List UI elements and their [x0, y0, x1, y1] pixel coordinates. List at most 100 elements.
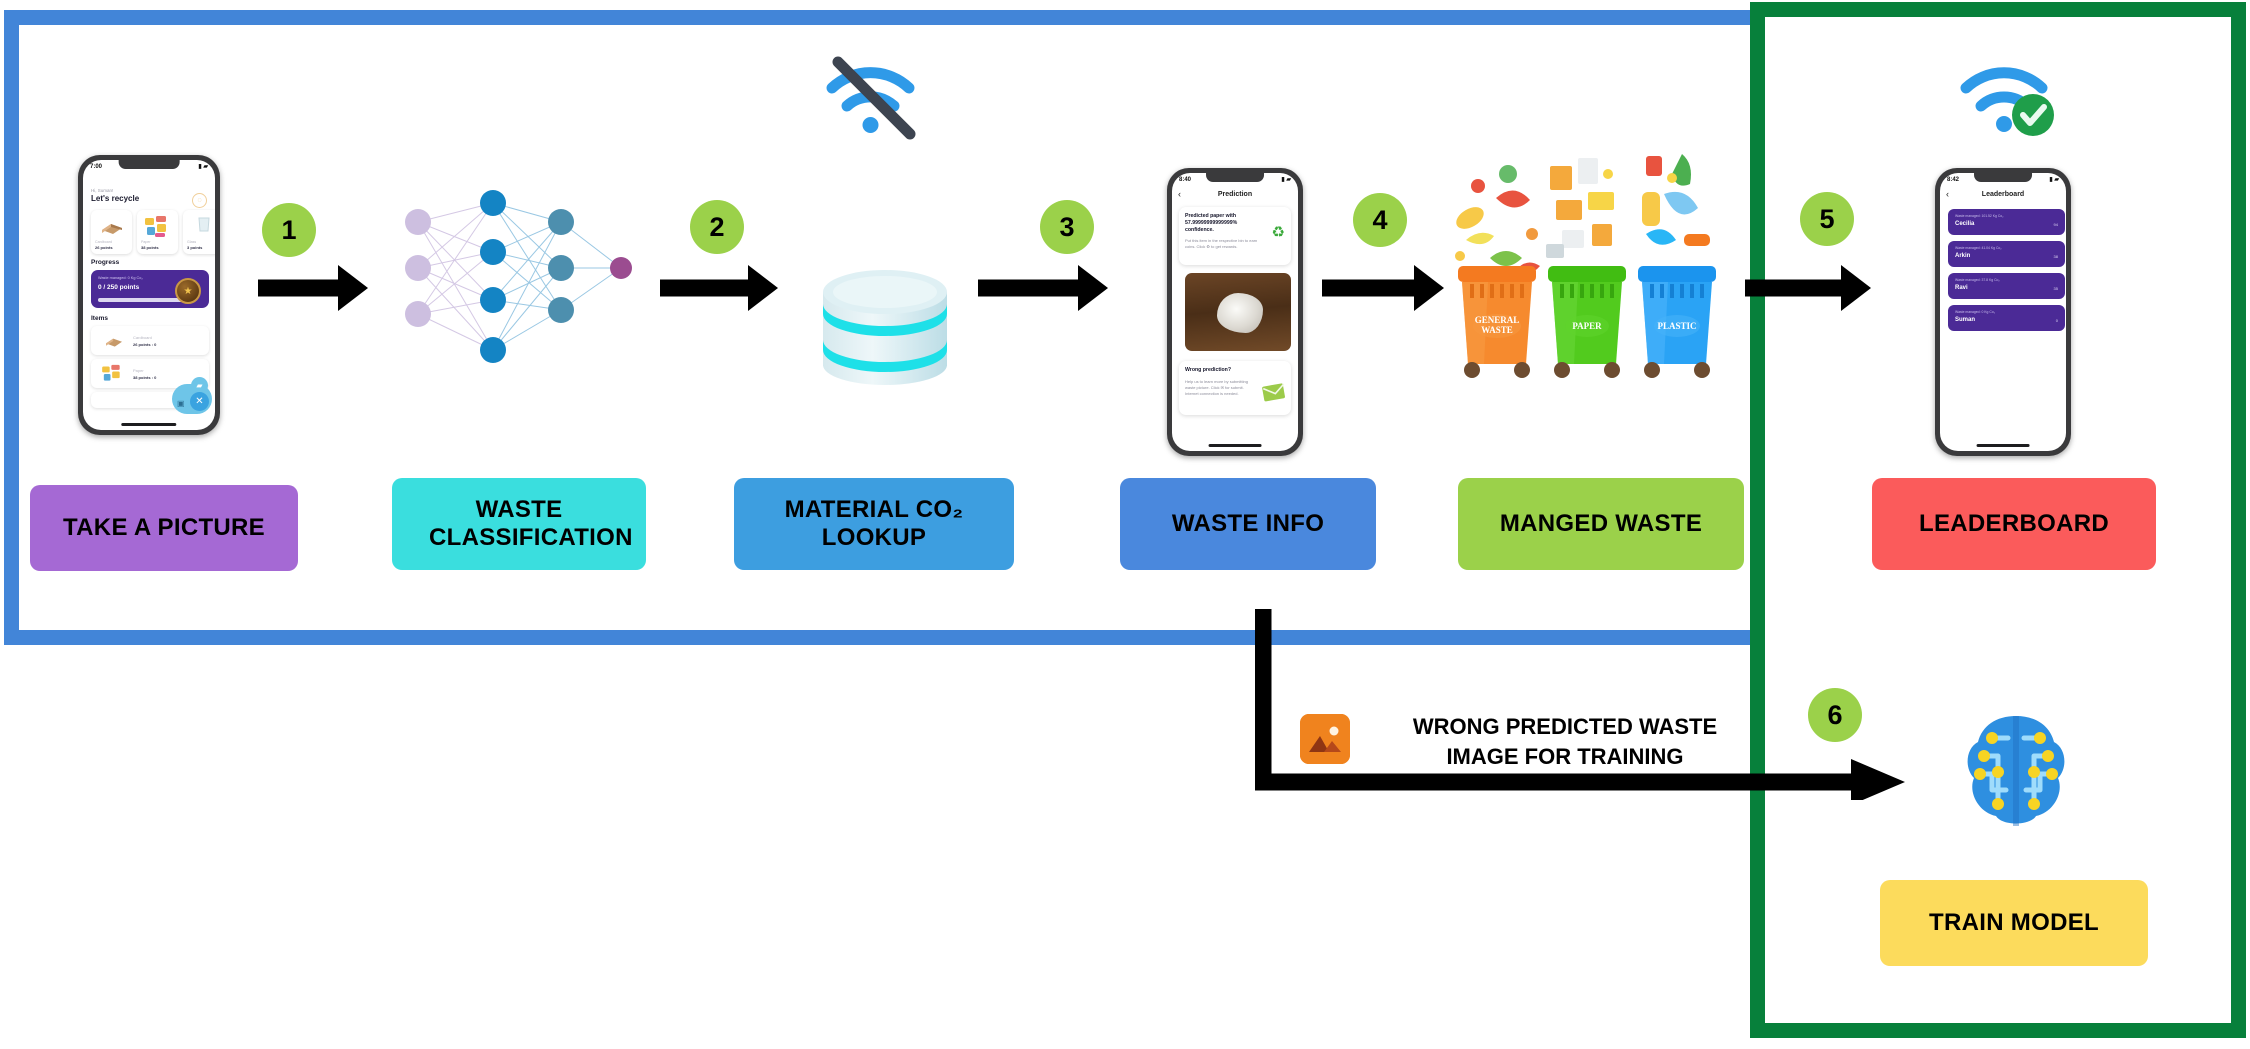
- action-fab-group[interactable]: ▰ ✕ ▣: [172, 377, 212, 414]
- progress-subtext: Waste managed: 0 Kg Co₂: [98, 276, 143, 280]
- step-number: 1: [281, 214, 297, 245]
- category-card[interactable]: Cardboard 26 points: [91, 210, 132, 254]
- arrow-4: [1322, 265, 1444, 311]
- stage-label-waste-info[interactable]: WASTE INFO: [1120, 478, 1376, 570]
- stage-label-waste-classification[interactable]: WASTE CLASSIFICATION: [392, 478, 646, 570]
- wrong-prediction-body: Help us to learn more by submitting wast…: [1185, 379, 1248, 396]
- items-heading: Items: [91, 315, 108, 322]
- feedback-label-line2: IMAGE FOR TRAINING: [1446, 743, 1684, 769]
- list-item[interactable]: Cardboard 26 points : 0: [91, 326, 209, 355]
- phone-home-mockup: 7:00 ▮ ▰ Hi, Suman! Let's recycle ◌ Card…: [78, 155, 220, 435]
- item-name: Cardboard: [133, 335, 152, 340]
- feedback-label: WRONG PREDICTED WASTE IMAGE FOR TRAINING: [1400, 712, 1730, 771]
- item-name: Paper: [133, 368, 144, 373]
- row-score: 94: [2053, 222, 2058, 227]
- arrow-2: [660, 265, 778, 311]
- step-badge-5: 5: [1800, 192, 1854, 246]
- arrow-1: [258, 265, 368, 311]
- camera-icon[interactable]: ▣: [177, 399, 185, 408]
- wifi-connected-icon: [1956, 52, 2056, 143]
- step-badge-3: 3: [1040, 200, 1094, 254]
- row-subtext: Waste managed: 0 Kg Co₂: [1955, 310, 1996, 314]
- wrong-prediction-card: Wrong prediction? Help us to learn more …: [1179, 361, 1291, 415]
- row-subtext: Waste managed: 37.8 Kg Co₂: [1955, 278, 2000, 282]
- page-title: Let's recycle: [91, 194, 140, 203]
- close-icon[interactable]: ✕: [190, 392, 209, 411]
- progress-points: 0 / 250 points: [98, 284, 140, 291]
- feedback-loop-arrow: [1254, 600, 1905, 805]
- wrong-prediction-heading: Wrong prediction?: [1185, 367, 1232, 373]
- back-icon[interactable]: ‹: [1946, 189, 1949, 199]
- stage-label-text: TRAIN MODEL: [1929, 908, 2099, 936]
- category-name: Cardboard: [95, 240, 112, 244]
- row-name: Suman: [1955, 317, 1976, 323]
- stage-label-material-co2-lookup[interactable]: MATERIAL CO₂ LOOKUP: [734, 478, 1014, 570]
- phone-home-screen: 7:00 ▮ ▰ Hi, Suman! Let's recycle ◌ Card…: [83, 160, 215, 430]
- phone-prediction-mockup: 8:40 ▮ ▰ ‹ Prediction Predicted paper wi…: [1167, 168, 1303, 456]
- stage-label-take-a-picture[interactable]: TAKE A PICTURE: [30, 485, 298, 571]
- progress-heading: Progress: [91, 259, 120, 266]
- category-points: 3 points: [187, 245, 203, 250]
- back-icon[interactable]: ‹: [1178, 189, 1181, 199]
- step-number: 6: [1827, 699, 1843, 730]
- category-card[interactable]: Glass 3 points: [183, 210, 215, 254]
- row-score: 35: [2053, 286, 2058, 291]
- bell-icon[interactable]: ◌: [192, 193, 207, 208]
- row-score: 38: [2053, 254, 2058, 259]
- stage-label-manged-waste[interactable]: MANGED WASTE: [1458, 478, 1744, 570]
- row-score: 0: [2055, 318, 2058, 323]
- recycling-bins-icon: GENERAL WASTE PAPER PLASTIC: [1448, 148, 1726, 393]
- svg-text:GENERAL: GENERAL: [1475, 315, 1520, 325]
- step-badge-4: 4: [1353, 193, 1407, 247]
- page-title: Prediction: [1217, 190, 1253, 198]
- row-name: Cecilia: [1955, 221, 1975, 227]
- wifi-off-icon: [818, 48, 923, 145]
- prediction-body: Put this item in the respective bin to e…: [1185, 238, 1258, 249]
- category-name: Glass: [187, 240, 197, 244]
- progress-card: Waste managed: 0 Kg Co₂ 0 / 250 points ★: [91, 270, 209, 308]
- category-card[interactable]: Paper 38 points: [137, 210, 178, 254]
- arrow-5: [1745, 265, 1871, 311]
- category-name: Paper: [141, 240, 151, 244]
- image-icon: [1300, 714, 1350, 764]
- leaderboard-row[interactable]: Waste managed: 101.52 Kg Co₂ Cecilia 94: [1948, 209, 2065, 235]
- stage-label-train-model[interactable]: TRAIN MODEL: [1880, 880, 2148, 966]
- category-points: 38 points: [141, 245, 159, 250]
- status-time: 7:00: [90, 163, 103, 170]
- item-points: 38 points : 0: [133, 375, 157, 380]
- submit-envelope-icon[interactable]: [1259, 381, 1287, 405]
- stage-label-leaderboard[interactable]: LEADERBOARD: [1872, 478, 2156, 570]
- phone-notch: [1206, 173, 1264, 182]
- leaderboard-row[interactable]: Waste managed: 37.8 Kg Co₂ Ravi 35: [1948, 273, 2065, 299]
- phone-leaderboard-mockup: 8:42 ▮ ▰ ‹ Leaderboard Waste managed: 10…: [1935, 168, 2071, 456]
- ai-brain-icon: [1962, 712, 2070, 837]
- database-icon: [810, 240, 960, 415]
- step-badge-2: 2: [690, 200, 744, 254]
- captured-photo: [1185, 273, 1291, 351]
- step-number: 3: [1059, 211, 1075, 242]
- svg-text:PLASTIC: PLASTIC: [1657, 321, 1696, 331]
- home-indicator: [121, 423, 177, 426]
- status-time: 8:40: [1179, 176, 1192, 183]
- item-points: 26 points : 0: [133, 342, 157, 347]
- page-title: Leaderboard: [1981, 190, 2025, 198]
- phone-notch: [1974, 173, 2032, 182]
- category-card-list: Cardboard 26 points Paper 38 points Glas…: [91, 210, 215, 254]
- phone-prediction-screen: 8:40 ▮ ▰ ‹ Prediction Predicted paper wi…: [1172, 173, 1298, 451]
- stage-label-text: MANGED WASTE: [1499, 509, 1703, 537]
- recycle-icon: ♻: [1271, 224, 1285, 241]
- feedback-label-line1: WRONG PREDICTED WASTE: [1412, 714, 1718, 739]
- leaderboard-row[interactable]: Waste managed: 0 Kg Co₂ Suman 0: [1948, 305, 2065, 331]
- status-icons: ▮ ▰: [198, 164, 208, 170]
- leaderboard-row[interactable]: Waste managed: 41.04 Kg Co₂ Arkin 38: [1948, 241, 2065, 267]
- stage-label-text: WASTE INFO: [1171, 509, 1325, 537]
- svg-text:PAPER: PAPER: [1572, 321, 1602, 331]
- status-icons: ▮ ▰: [1281, 177, 1291, 183]
- waste-object: [1217, 293, 1263, 333]
- step-badge-1: 1: [262, 203, 316, 257]
- row-name: Ravi: [1955, 285, 1968, 291]
- row-subtext: Waste managed: 101.52 Kg Co₂: [1955, 214, 2004, 218]
- step-badge-6: 6: [1808, 688, 1862, 742]
- arrow-3: [978, 265, 1108, 311]
- home-indicator: [1208, 444, 1262, 447]
